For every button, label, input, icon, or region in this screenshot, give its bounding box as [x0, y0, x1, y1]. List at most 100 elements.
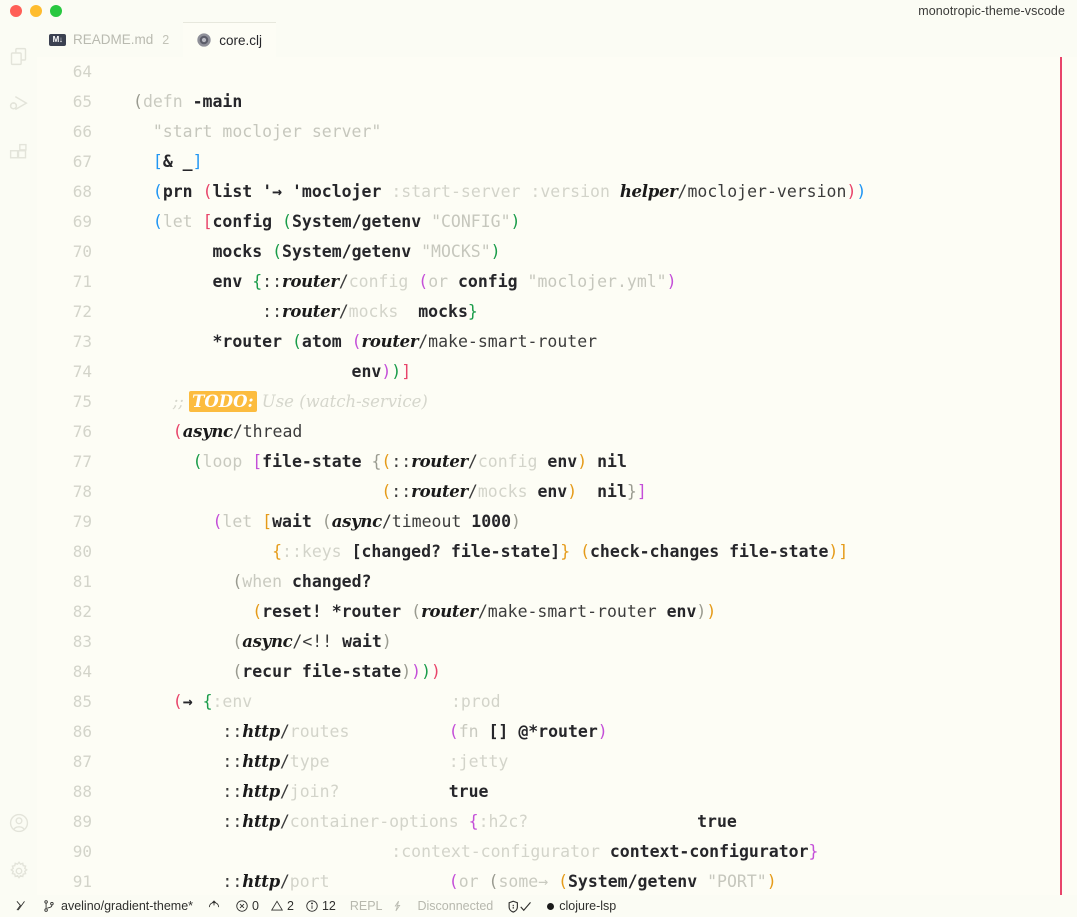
line-content: (::router/mocks env) nil}] [381, 482, 647, 501]
line-number: 83 [72, 632, 92, 651]
editor-tab-bar: M↓ README.md 2 core.clj [37, 22, 1077, 57]
code-line: 72 ::router/mocks mocks} [37, 297, 1077, 327]
line-content: (prn (list '→ 'moclojer :start-server :v… [152, 182, 867, 201]
line-content: ::router/mocks mocks} [262, 302, 478, 321]
code-line: 83 (async/<!! wait) [37, 627, 1077, 657]
line-content: mocks (System/getenv "MOCKS") [212, 242, 501, 261]
activity-bar-item-run-and-debug[interactable] [0, 80, 37, 128]
line-number: 91 [72, 872, 92, 891]
tab-readme-md[interactable]: M↓ README.md 2 [37, 22, 184, 57]
diagnostics-warnings[interactable]: 2 [270, 899, 294, 913]
line-content: ;; TODO: Use (watch-service) [172, 391, 428, 412]
code-line: 85 (→ {:env :prod [37, 687, 1077, 717]
line-number: 66 [72, 122, 92, 141]
activity-bar-item-extensions[interactable] [0, 128, 37, 176]
line-number: 69 [72, 212, 92, 231]
editor-scroll-viewport[interactable]: 64 65 (defn -main 66 "start moclojer ser… [37, 57, 1077, 895]
line-number: 68 [72, 182, 92, 201]
code-line: 76 (async/thread [37, 417, 1077, 447]
status-clj-kondo[interactable] [500, 895, 540, 917]
line-number: 70 [72, 242, 92, 261]
line-number: 80 [72, 542, 92, 561]
files-icon [8, 46, 29, 67]
code-line: 86 ::http/routes (fn [] @*router) [37, 717, 1077, 747]
status-sync-changes[interactable] [200, 895, 228, 917]
account-icon [8, 812, 30, 834]
line-number: 82 [72, 602, 92, 621]
extensions-icon [8, 142, 29, 163]
line-content: ::http/type :jetty [222, 752, 509, 771]
title-bar: monotropic-theme-vscode [0, 0, 1077, 22]
code-editor[interactable]: 64 65 (defn -main 66 "start moclojer ser… [37, 57, 1077, 895]
status-source-control[interactable]: avelino/gradient-theme* [35, 895, 200, 917]
warning-count: 2 [286, 899, 294, 913]
editor-area: M↓ README.md 2 core.clj 64 65 (defn -mai… [37, 22, 1077, 895]
zoom-window-button[interactable] [50, 5, 62, 17]
window-title: monotropic-theme-vscode [918, 4, 1065, 18]
code-line: 78 (::router/mocks env) nil}] [37, 477, 1077, 507]
line-content: (recur file-state)))) [232, 662, 441, 681]
minimize-window-button[interactable] [30, 5, 42, 17]
code-line: 74 env))] [37, 357, 1077, 387]
code-line: 68 (prn (list '→ 'moclojer :start-server… [37, 177, 1077, 207]
tab-badge: 2 [162, 32, 170, 47]
tab-label: core.clj [219, 32, 262, 48]
status-repl-connection[interactable]: Disconnected [411, 895, 501, 917]
status-diagnostics[interactable]: 0 2 12 [228, 895, 343, 917]
code-line: 84 (recur file-state)))) [37, 657, 1077, 687]
repl-label: REPL [349, 899, 383, 913]
info-count: 12 [321, 899, 336, 913]
line-number: 74 [72, 362, 92, 381]
activity-bar-item-account[interactable] [0, 799, 37, 847]
activity-bar-item-settings[interactable] [0, 847, 37, 895]
line-content: env))] [351, 362, 412, 381]
line-number: 81 [72, 572, 92, 591]
run-and-debug-icon [8, 93, 30, 115]
diagnostics-errors[interactable]: 0 [235, 899, 259, 913]
status-bar: avelino/gradient-theme* 0 2 12 REPL Disc… [0, 895, 1077, 917]
branch-name: avelino/gradient-theme* [61, 899, 194, 913]
activity-bar [0, 22, 37, 895]
line-content: :context-configurator context-configurat… [391, 842, 819, 861]
info-icon [305, 899, 319, 913]
line-content: ::http/routes (fn [] @*router) [222, 722, 608, 741]
line-content: (let [wait (async/timeout 1000) [212, 512, 521, 531]
line-content: ::http/port (or (some→ (System/getenv "P… [222, 872, 777, 891]
code-line: 71 env {::router/config (or config "mocl… [37, 267, 1077, 297]
tab-label: README.md [73, 32, 154, 47]
error-icon [235, 899, 249, 913]
line-number: 72 [72, 302, 92, 321]
diagnostics-info[interactable]: 12 [305, 899, 336, 913]
line-content: (→ {:env :prod [172, 692, 501, 711]
line-content: {::keys [changed? file-state]} (check-ch… [272, 542, 849, 561]
code-line: 77 (loop [file-state {(::router/config e… [37, 447, 1077, 477]
line-number: 75 [72, 392, 92, 411]
line-content: (async/thread [172, 422, 303, 441]
line-content: "start moclojer server" [152, 122, 382, 141]
line-number: 89 [72, 812, 92, 831]
shield-check-icon [507, 899, 533, 914]
code-line: 81 (when changed? [37, 567, 1077, 597]
status-repl[interactable]: REPL [343, 895, 411, 917]
code-line: 73 *router (atom (router/make-smart-rout… [37, 327, 1077, 357]
line-content: (async/<!! wait) [232, 632, 392, 651]
line-number: 78 [72, 482, 92, 501]
line-content: *router (atom (router/make-smart-router [212, 332, 598, 351]
code-line: 70 mocks (System/getenv "MOCKS") [37, 237, 1077, 267]
status-remote-window[interactable] [7, 895, 35, 917]
error-count: 0 [252, 899, 259, 913]
todo-highlight: TODO: [189, 391, 257, 412]
line-number: 77 [72, 452, 92, 471]
code-line: 75 ;; TODO: Use (watch-service) [37, 387, 1077, 417]
workbench-body: M↓ README.md 2 core.clj 64 65 (defn -mai… [0, 22, 1077, 895]
line-number: 85 [72, 692, 92, 711]
line-content: ::http/container-options {:h2c? true [222, 812, 737, 831]
activity-bar-item-explorer[interactable] [0, 32, 37, 80]
code-line: 88 ::http/join? true [37, 777, 1077, 807]
tab-core-clj[interactable]: core.clj [183, 22, 276, 57]
line-number: 84 [72, 662, 92, 681]
status-language-server[interactable]: clojure-lsp [540, 895, 623, 917]
close-window-button[interactable] [10, 5, 22, 17]
line-content: env {::router/config (or config "mocloje… [212, 272, 677, 291]
line-number: 90 [72, 842, 92, 861]
